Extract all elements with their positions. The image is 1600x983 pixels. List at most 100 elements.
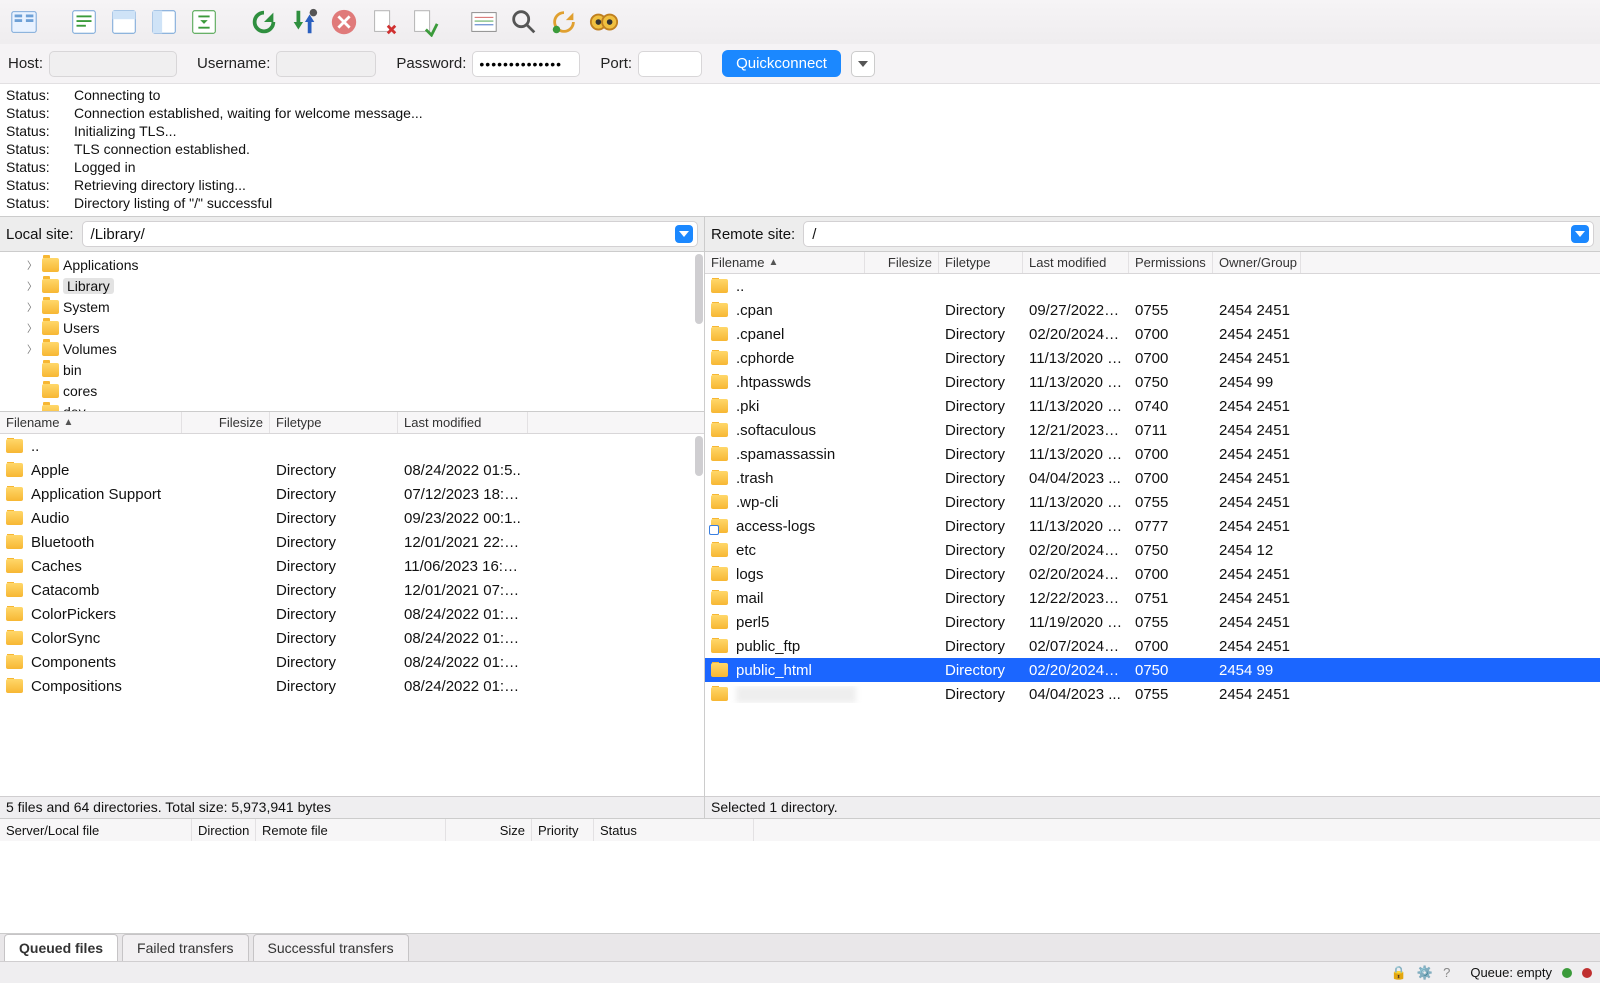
reconnect-button[interactable] [406, 4, 442, 40]
queue-list[interactable] [0, 841, 1600, 933]
file-row[interactable]: public_ftp Directory 02/07/2024 1... 070… [705, 634, 1600, 658]
local-col-filetype[interactable]: Filetype [276, 415, 322, 430]
file-row[interactable]: logs Directory 02/20/2024 1... 0700 2454… [705, 562, 1600, 586]
local-path-dropdown-icon[interactable] [675, 225, 693, 243]
file-row[interactable]: .cphorde Directory 11/13/2020 0... 0700 … [705, 346, 1600, 370]
port-input[interactable] [638, 51, 702, 77]
toggle-remote-tree-button[interactable] [146, 4, 182, 40]
disclosure-icon[interactable]: 〉 [26, 299, 38, 314]
file-row[interactable]: Directory 04/04/2023 ... 0755 2454 2451 [705, 682, 1600, 706]
username-input[interactable] [276, 51, 376, 77]
remote-col-filetype[interactable]: Filetype [945, 255, 991, 270]
cancel-button[interactable] [326, 4, 362, 40]
refresh-button[interactable] [246, 4, 282, 40]
toggle-local-tree-button[interactable] [106, 4, 142, 40]
remote-col-owner[interactable]: Owner/Group [1219, 255, 1297, 270]
file-row[interactable]: Audio Directory 09/23/2022 00:1.. [0, 506, 704, 530]
disclosure-icon[interactable]: 〉 [26, 320, 38, 335]
file-row[interactable]: etc Directory 02/20/2024 1... 0750 2454 … [705, 538, 1600, 562]
disconnect-button[interactable] [366, 4, 402, 40]
compare-button[interactable] [586, 4, 622, 40]
file-row[interactable]: Catacomb Directory 12/01/2021 07:5... [0, 578, 704, 602]
tab-failed-transfers[interactable]: Failed transfers [122, 934, 248, 961]
file-row[interactable]: .. [0, 434, 704, 458]
file-row[interactable]: Caches Directory 11/06/2023 16:4... [0, 554, 704, 578]
local-col-modified[interactable]: Last modified [404, 415, 481, 430]
local-path-combo[interactable]: /Library/ [82, 221, 698, 247]
remote-col-modified[interactable]: Last modified [1029, 255, 1106, 270]
queue-col-priority[interactable]: Priority [532, 819, 594, 841]
file-row[interactable]: perl5 Directory 11/19/2020 1... 0755 245… [705, 610, 1600, 634]
remote-col-filename[interactable]: Filename [711, 255, 764, 270]
file-row[interactable]: Compositions Directory 08/24/2022 01:5..… [0, 674, 704, 698]
local-file-list[interactable]: .. Apple Directory 08/24/2022 01:5..Appl… [0, 434, 704, 796]
process-queue-button[interactable] [286, 4, 322, 40]
tab-queued-files[interactable]: Queued files [4, 934, 118, 961]
file-row[interactable]: Apple Directory 08/24/2022 01:5.. [0, 458, 704, 482]
tree-item[interactable]: 〉Applications [0, 254, 704, 275]
remote-path-dropdown-icon[interactable] [1571, 225, 1589, 243]
toggle-log-button[interactable] [66, 4, 102, 40]
file-row[interactable]: .pki Directory 11/13/2020 0... 0740 2454… [705, 394, 1600, 418]
file-row[interactable]: .htpasswds Directory 11/13/2020 0... 075… [705, 370, 1600, 394]
disclosure-icon[interactable]: 〉 [26, 257, 38, 272]
file-owner: 2454 2451 [1213, 302, 1301, 319]
host-input[interactable] [49, 51, 177, 77]
file-row[interactable]: access-logs Directory 11/13/2020 0... 07… [705, 514, 1600, 538]
file-row[interactable]: Components Directory 08/24/2022 01:5... [0, 650, 704, 674]
file-row[interactable]: Bluetooth Directory 12/01/2021 22:4... [0, 530, 704, 554]
queue-header[interactable]: Server/Local file Direction Remote file … [0, 819, 1600, 841]
disclosure-icon[interactable]: 〉 [26, 341, 38, 356]
file-name: .wp-cli [736, 494, 779, 511]
queue-col-server[interactable]: Server/Local file [0, 819, 192, 841]
file-row[interactable]: .. [705, 274, 1600, 298]
queue-tabs: Queued files Failed transfers Successful… [0, 933, 1600, 961]
toggle-queue-button[interactable] [186, 4, 222, 40]
tree-item[interactable]: bin [0, 359, 704, 380]
quickconnect-button[interactable]: Quickconnect [722, 50, 841, 77]
tree-item[interactable]: 〉Volumes [0, 338, 704, 359]
queue-col-size[interactable]: Size [446, 819, 532, 841]
tree-item[interactable]: 〉System [0, 296, 704, 317]
file-row[interactable]: .wp-cli Directory 11/13/2020 0... 0755 2… [705, 490, 1600, 514]
local-list-header[interactable]: Filename▲ Filesize Filetype Last modifie… [0, 412, 704, 434]
queue-col-remote[interactable]: Remote file [256, 819, 446, 841]
queue-col-status[interactable]: Status [594, 819, 754, 841]
local-col-filename[interactable]: Filename [6, 415, 59, 430]
file-type: Directory [939, 470, 1023, 487]
tree-item[interactable]: 〉Library [0, 275, 704, 296]
sync-button[interactable] [546, 4, 582, 40]
remote-path-combo[interactable]: / [803, 221, 1594, 247]
remote-col-filesize[interactable]: Filesize [888, 255, 932, 270]
quickconnect-history-button[interactable] [851, 51, 875, 77]
remote-list-header[interactable]: Filename▲ Filesize Filetype Last modifie… [705, 252, 1600, 274]
file-row[interactable]: .softaculous Directory 12/21/2023 1... 0… [705, 418, 1600, 442]
local-directory-tree[interactable]: 〉Applications〉Library〉System〉Users〉Volum… [0, 252, 704, 412]
file-row[interactable]: ColorPickers Directory 08/24/2022 01:5..… [0, 602, 704, 626]
help-icon[interactable]: ? [1443, 965, 1450, 980]
filter-button[interactable] [466, 4, 502, 40]
disclosure-icon[interactable]: 〉 [26, 278, 38, 293]
file-row[interactable]: ColorSync Directory 08/24/2022 01:5... [0, 626, 704, 650]
file-row[interactable]: .cpan Directory 09/27/2022 1... 0755 245… [705, 298, 1600, 322]
file-row[interactable]: Application Support Directory 07/12/2023… [0, 482, 704, 506]
file-row[interactable]: .trash Directory 04/04/2023 ... 0700 245… [705, 466, 1600, 490]
file-row[interactable]: mail Directory 12/22/2023 1... 0751 2454… [705, 586, 1600, 610]
site-manager-button[interactable] [6, 4, 42, 40]
remote-col-perms[interactable]: Permissions [1135, 255, 1206, 270]
folder-icon [711, 591, 728, 605]
file-row[interactable]: .spamassassin Directory 11/13/2020 0... … [705, 442, 1600, 466]
settings-icon[interactable]: ⚙️ [1417, 965, 1433, 981]
search-button[interactable] [506, 4, 542, 40]
queue-col-direction[interactable]: Direction [192, 819, 256, 841]
local-col-filesize[interactable]: Filesize [219, 415, 263, 430]
tree-item[interactable]: dev [0, 401, 704, 412]
tree-item[interactable]: cores [0, 380, 704, 401]
file-row[interactable]: public_html Directory 02/20/2024 1.. 075… [705, 658, 1600, 682]
remote-file-list[interactable]: .. .cpan Directory 09/27/2022 1... 0755 … [705, 274, 1600, 796]
lock-icon[interactable]: 🔒 [1391, 965, 1407, 981]
tree-item[interactable]: 〉Users [0, 317, 704, 338]
file-row[interactable]: .cpanel Directory 02/20/2024 1.. 0700 24… [705, 322, 1600, 346]
tab-successful-transfers[interactable]: Successful transfers [253, 934, 409, 961]
password-input[interactable] [472, 51, 580, 77]
